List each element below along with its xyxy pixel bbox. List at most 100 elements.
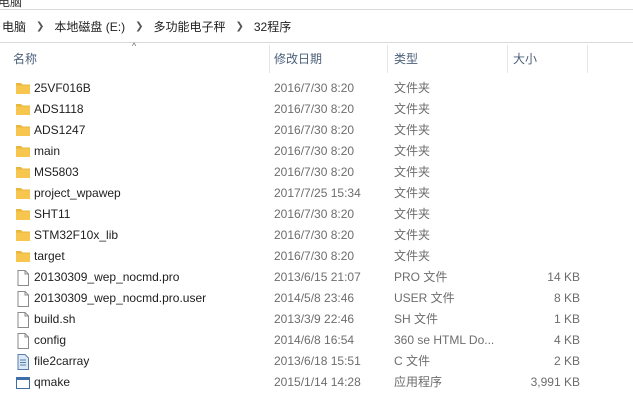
column-headers: ^ 名称 修改日期 类型 大小 xyxy=(0,41,633,73)
file-name: STM32F10x_lib xyxy=(34,228,119,242)
file-row[interactable]: config 2014/6/8 16:54 360 se HTML Do... 4 K… xyxy=(0,330,633,351)
file-row[interactable]: ADS1247 2016/7/30 8:20 文件夹 xyxy=(0,120,633,141)
file-size: 3,991 KB xyxy=(530,375,580,389)
file-type: PRO 文件 xyxy=(394,270,448,284)
file-modified-date: 2014/5/8 23:46 xyxy=(274,291,355,305)
file-type: 文件夹 xyxy=(394,123,431,137)
breadcrumb-drive-e[interactable]: 本地磁盘 (E:) xyxy=(52,18,127,35)
file-modified-date: 2013/3/9 22:46 xyxy=(274,312,355,326)
file-icon xyxy=(15,288,31,309)
file-size xyxy=(510,183,580,204)
file-type: SH 文件 xyxy=(394,312,439,326)
file-row[interactable]: MS5803 2016/7/30 8:20 文件夹 xyxy=(0,162,633,183)
file-modified-date: 2016/7/30 8:20 xyxy=(274,81,355,95)
file-size xyxy=(510,78,580,99)
file-size: 8 KB xyxy=(553,291,580,305)
file-name: 20130309_wep_nocmd.pro.user xyxy=(34,291,207,305)
column-header-size[interactable]: 大小 xyxy=(513,45,537,73)
file-type: 文件夹 xyxy=(394,165,431,179)
file-name: qmake xyxy=(34,375,71,389)
partial-window-title: 电脑 xyxy=(0,0,633,8)
file-name: ADS1118 xyxy=(34,102,84,116)
file-modified-date: 2016/7/30 8:20 xyxy=(274,249,355,263)
file-name: file2carray xyxy=(34,354,90,368)
file-type: 文件夹 xyxy=(394,102,431,116)
file-row[interactable]: 25VF016B 2016/7/30 8:20 文件夹 xyxy=(0,78,633,99)
file-modified-date: 2014/6/8 16:54 xyxy=(274,333,355,347)
file-list: 25VF016B 2016/7/30 8:20 文件夹 ADS1118 2016/7/3… xyxy=(0,78,633,393)
file-type: 文件夹 xyxy=(394,249,431,263)
file-type: 文件夹 xyxy=(394,81,431,95)
file-modified-date: 2016/7/30 8:20 xyxy=(274,228,355,242)
folder-icon xyxy=(15,120,31,141)
file-name: config xyxy=(34,333,67,347)
column-header-name[interactable]: 名称 xyxy=(13,45,37,73)
breadcrumb-folder-scale[interactable]: 多功能电子秤 xyxy=(151,18,227,35)
file-name: build.sh xyxy=(34,312,76,326)
file-size xyxy=(510,141,580,162)
file-row[interactable]: 20130309_wep_nocmd.pro 2013/6/15 21:07 PRO… xyxy=(0,267,633,288)
file-type: C 文件 xyxy=(394,354,431,368)
file-type: USER 文件 xyxy=(394,291,455,305)
folder-icon xyxy=(15,78,31,99)
chevron-right-icon[interactable]: ❯ xyxy=(36,21,44,32)
folder-icon xyxy=(15,99,31,120)
file-row[interactable]: STM32F10x_lib 2016/7/30 8:20 文件夹 xyxy=(0,225,633,246)
address-bar[interactable]: 电脑 ❯ 本地磁盘 (E:) ❯ 多功能电子秤 ❯ 32程序 xyxy=(0,9,633,43)
file-row[interactable]: build.sh 2013/3/9 22:46 SH 文件 1 KB xyxy=(0,309,633,330)
column-divider[interactable] xyxy=(587,45,588,73)
file-type: 文件夹 xyxy=(394,144,431,158)
file-type: 文件夹 xyxy=(394,207,431,221)
file-name: 25VF016B xyxy=(34,81,91,95)
column-header-date[interactable]: 修改日期 xyxy=(274,45,322,73)
file-name: MS5803 xyxy=(34,165,79,179)
file-modified-date: 2016/7/30 8:20 xyxy=(274,123,355,137)
file-row[interactable]: target 2016/7/30 8:20 文件夹 xyxy=(0,246,633,267)
file-type: 文件夹 xyxy=(394,228,431,242)
file-size xyxy=(510,204,580,225)
file-row[interactable]: file2carray 2013/6/18 15:51 C 文件 2 KB xyxy=(0,351,633,372)
file-icon xyxy=(15,267,31,288)
file-modified-date: 2016/7/30 8:20 xyxy=(274,102,355,116)
file-row[interactable]: main 2016/7/30 8:20 文件夹 xyxy=(0,141,633,162)
file-name: project_wpawep xyxy=(34,186,121,200)
file-modified-date: 2013/6/15 21:07 xyxy=(274,270,361,284)
file-row[interactable]: project_wpawep 2017/7/25 15:34 文件夹 xyxy=(0,183,633,204)
file-modified-date: 2017/7/25 15:34 xyxy=(274,186,361,200)
file-modified-date: 2016/7/30 8:20 xyxy=(274,165,355,179)
file-size xyxy=(510,246,580,267)
file-name: target xyxy=(34,249,65,263)
folder-icon xyxy=(15,246,31,267)
column-divider[interactable] xyxy=(507,45,508,73)
chevron-right-icon[interactable]: ❯ xyxy=(135,21,143,32)
file-size: 1 KB xyxy=(553,312,580,326)
partial-title-text: 电脑 xyxy=(0,0,23,8)
file-size: 2 KB xyxy=(553,354,580,368)
file-name: main xyxy=(34,144,61,158)
folder-icon xyxy=(15,162,31,183)
file-type: 360 se HTML Do... xyxy=(394,333,495,347)
column-header-type[interactable]: 类型 xyxy=(394,45,418,73)
file-size: 4 KB xyxy=(553,333,580,347)
sort-ascending-icon: ^ xyxy=(132,41,137,51)
file-modified-date: 2013/6/18 15:51 xyxy=(274,354,361,368)
file-icon xyxy=(15,309,31,330)
chevron-right-icon[interactable]: ❯ xyxy=(235,21,243,32)
folder-icon xyxy=(15,141,31,162)
file-modified-date: 2016/7/30 8:20 xyxy=(274,207,355,221)
file-modified-date: 2015/1/14 14:28 xyxy=(274,375,361,389)
file-name: ADS1247 xyxy=(34,123,86,137)
file-row[interactable]: ADS1118 2016/7/30 8:20 文件夹 xyxy=(0,99,633,120)
file-icon xyxy=(15,330,31,351)
column-divider[interactable] xyxy=(387,45,388,73)
file-size xyxy=(510,120,580,141)
breadcrumb-folder-current[interactable]: 32程序 xyxy=(252,18,293,35)
file-row[interactable]: qmake 2015/1/14 14:28 应用程序 3,991 KB xyxy=(0,372,633,393)
breadcrumb: 电脑 ❯ 本地磁盘 (E:) ❯ 多功能电子秤 ❯ 32程序 xyxy=(0,10,293,42)
file-row[interactable]: SHT11 2016/7/30 8:20 文件夹 xyxy=(0,204,633,225)
column-divider[interactable] xyxy=(269,45,270,73)
file-size xyxy=(510,99,580,120)
file-name: 20130309_wep_nocmd.pro xyxy=(34,270,180,284)
breadcrumb-this-pc[interactable]: 电脑 xyxy=(0,18,28,35)
file-row[interactable]: 20130309_wep_nocmd.pro.user 2014/5/8 23:4… xyxy=(0,288,633,309)
